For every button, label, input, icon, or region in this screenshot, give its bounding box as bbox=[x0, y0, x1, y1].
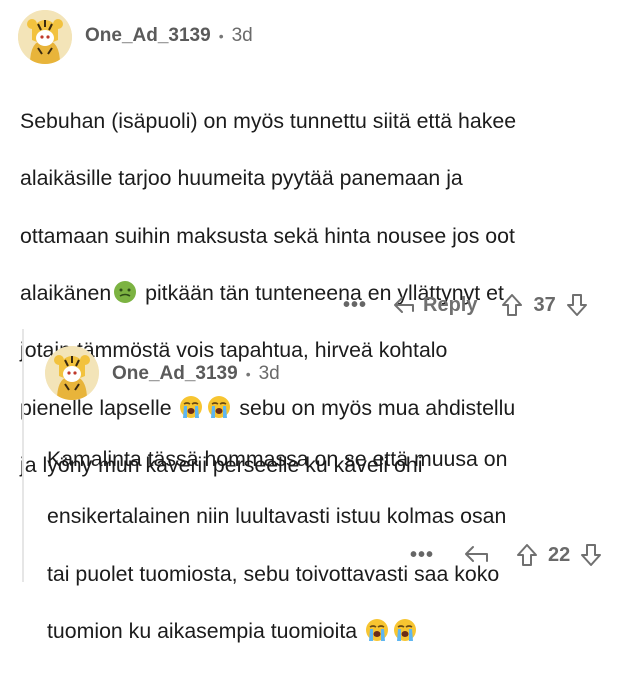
comment-line-part: tuomion ku aikasempia tuomioita bbox=[47, 618, 358, 643]
loudly-crying-face-icon bbox=[394, 618, 417, 641]
downvote-arrow-icon[interactable] bbox=[580, 543, 602, 567]
comment-actions: ••• Reply 37 bbox=[343, 293, 588, 317]
nauseated-face-icon bbox=[114, 280, 137, 303]
avatar-snoo-icon bbox=[45, 346, 99, 400]
more-options-button[interactable]: ••• bbox=[343, 294, 367, 317]
comment-line: tuomion ku aikasempia tuomioita bbox=[47, 617, 637, 646]
separator: • bbox=[218, 28, 224, 44]
comment-line: jotain tämmöstä vois tapahtua, hirveä ko… bbox=[20, 338, 448, 363]
timestamp: 3d bbox=[258, 363, 280, 384]
more-options-button[interactable]: ••• bbox=[410, 544, 434, 567]
comment-line: ottamaan suihin maksusta sekä hinta nous… bbox=[20, 223, 515, 248]
comment-line: Sebuhan (isäpuoli) on myös tunnettu siit… bbox=[20, 108, 517, 133]
loudly-crying-face-icon bbox=[366, 618, 389, 641]
avatar[interactable] bbox=[45, 346, 99, 400]
upvote-arrow-icon[interactable] bbox=[516, 543, 538, 567]
separator: • bbox=[245, 366, 251, 382]
comment-line: alaikäsille tarjoo huumeita pyytää panem… bbox=[20, 166, 463, 191]
vote-count: 37 bbox=[533, 293, 556, 316]
comment-meta: One_Ad_3139 • 3d bbox=[112, 363, 280, 385]
comment-meta: One_Ad_3139 • 3d bbox=[85, 25, 253, 47]
downvote-arrow-icon[interactable] bbox=[566, 293, 588, 317]
comment-line-part: alaikänen bbox=[20, 280, 112, 305]
vote-count: 22 bbox=[548, 543, 571, 566]
timestamp: 3d bbox=[231, 25, 253, 46]
reply-button[interactable]: Reply bbox=[393, 294, 477, 317]
username[interactable]: One_Ad_3139 bbox=[112, 363, 238, 385]
upvote-arrow-icon[interactable] bbox=[501, 293, 523, 317]
reply-label: Reply bbox=[423, 293, 478, 316]
username[interactable]: One_Ad_3139 bbox=[85, 25, 211, 47]
comment-line: Kamalinta tässä hommassa on se että muus… bbox=[47, 446, 508, 471]
thread-line[interactable] bbox=[22, 329, 24, 582]
reply-arrow-icon bbox=[394, 297, 415, 313]
avatar-snoo-icon bbox=[18, 10, 72, 64]
comment-line: ensikertalainen niin luultavasti istuu k… bbox=[47, 504, 507, 529]
reply-arrow-icon[interactable] bbox=[464, 545, 490, 565]
avatar[interactable] bbox=[18, 10, 72, 64]
comment-actions: ••• 22 bbox=[410, 543, 602, 567]
